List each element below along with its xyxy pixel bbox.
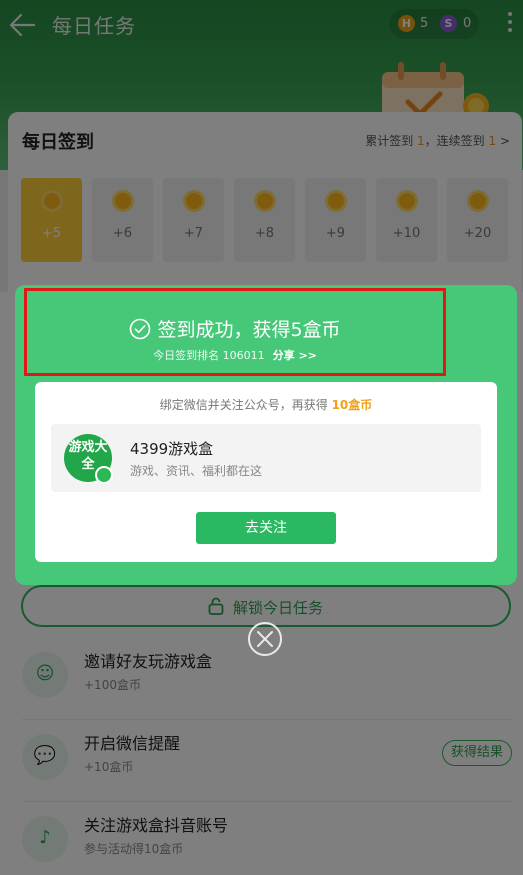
close-icon[interactable] bbox=[247, 621, 283, 657]
success-banner: 签到成功，获得5盒币 今日签到排名 106011 分享 >> bbox=[24, 288, 446, 376]
success-title: 签到成功，获得5盒币 bbox=[157, 319, 341, 341]
wechat-follow-panel: 绑定微信并关注公众号，再获得 10盒币 游戏大全 4399游戏盒 游戏、资讯、福… bbox=[35, 382, 497, 562]
bind-wechat-text: 绑定微信并关注公众号，再获得 bbox=[159, 398, 332, 412]
checkin-success-modal: 签到成功，获得5盒币 今日签到排名 106011 分享 >> 绑定微信并关注公众号… bbox=[15, 285, 517, 585]
rank-text: 今日签到排名 106011 bbox=[153, 349, 265, 362]
share-link[interactable]: 分享 >> bbox=[273, 349, 317, 362]
account-name: 4399游戏盒 bbox=[130, 440, 214, 458]
check-circle-icon bbox=[130, 318, 151, 340]
follow-button[interactable]: 去关注 bbox=[196, 512, 336, 544]
bind-reward: 10盒币 bbox=[331, 398, 373, 412]
official-account-card: 游戏大全 4399游戏盒 游戏、资讯、福利都在这 bbox=[51, 424, 481, 492]
wechat-badge-icon bbox=[95, 466, 113, 484]
account-description: 游戏、资讯、福利都在这 bbox=[130, 464, 263, 478]
